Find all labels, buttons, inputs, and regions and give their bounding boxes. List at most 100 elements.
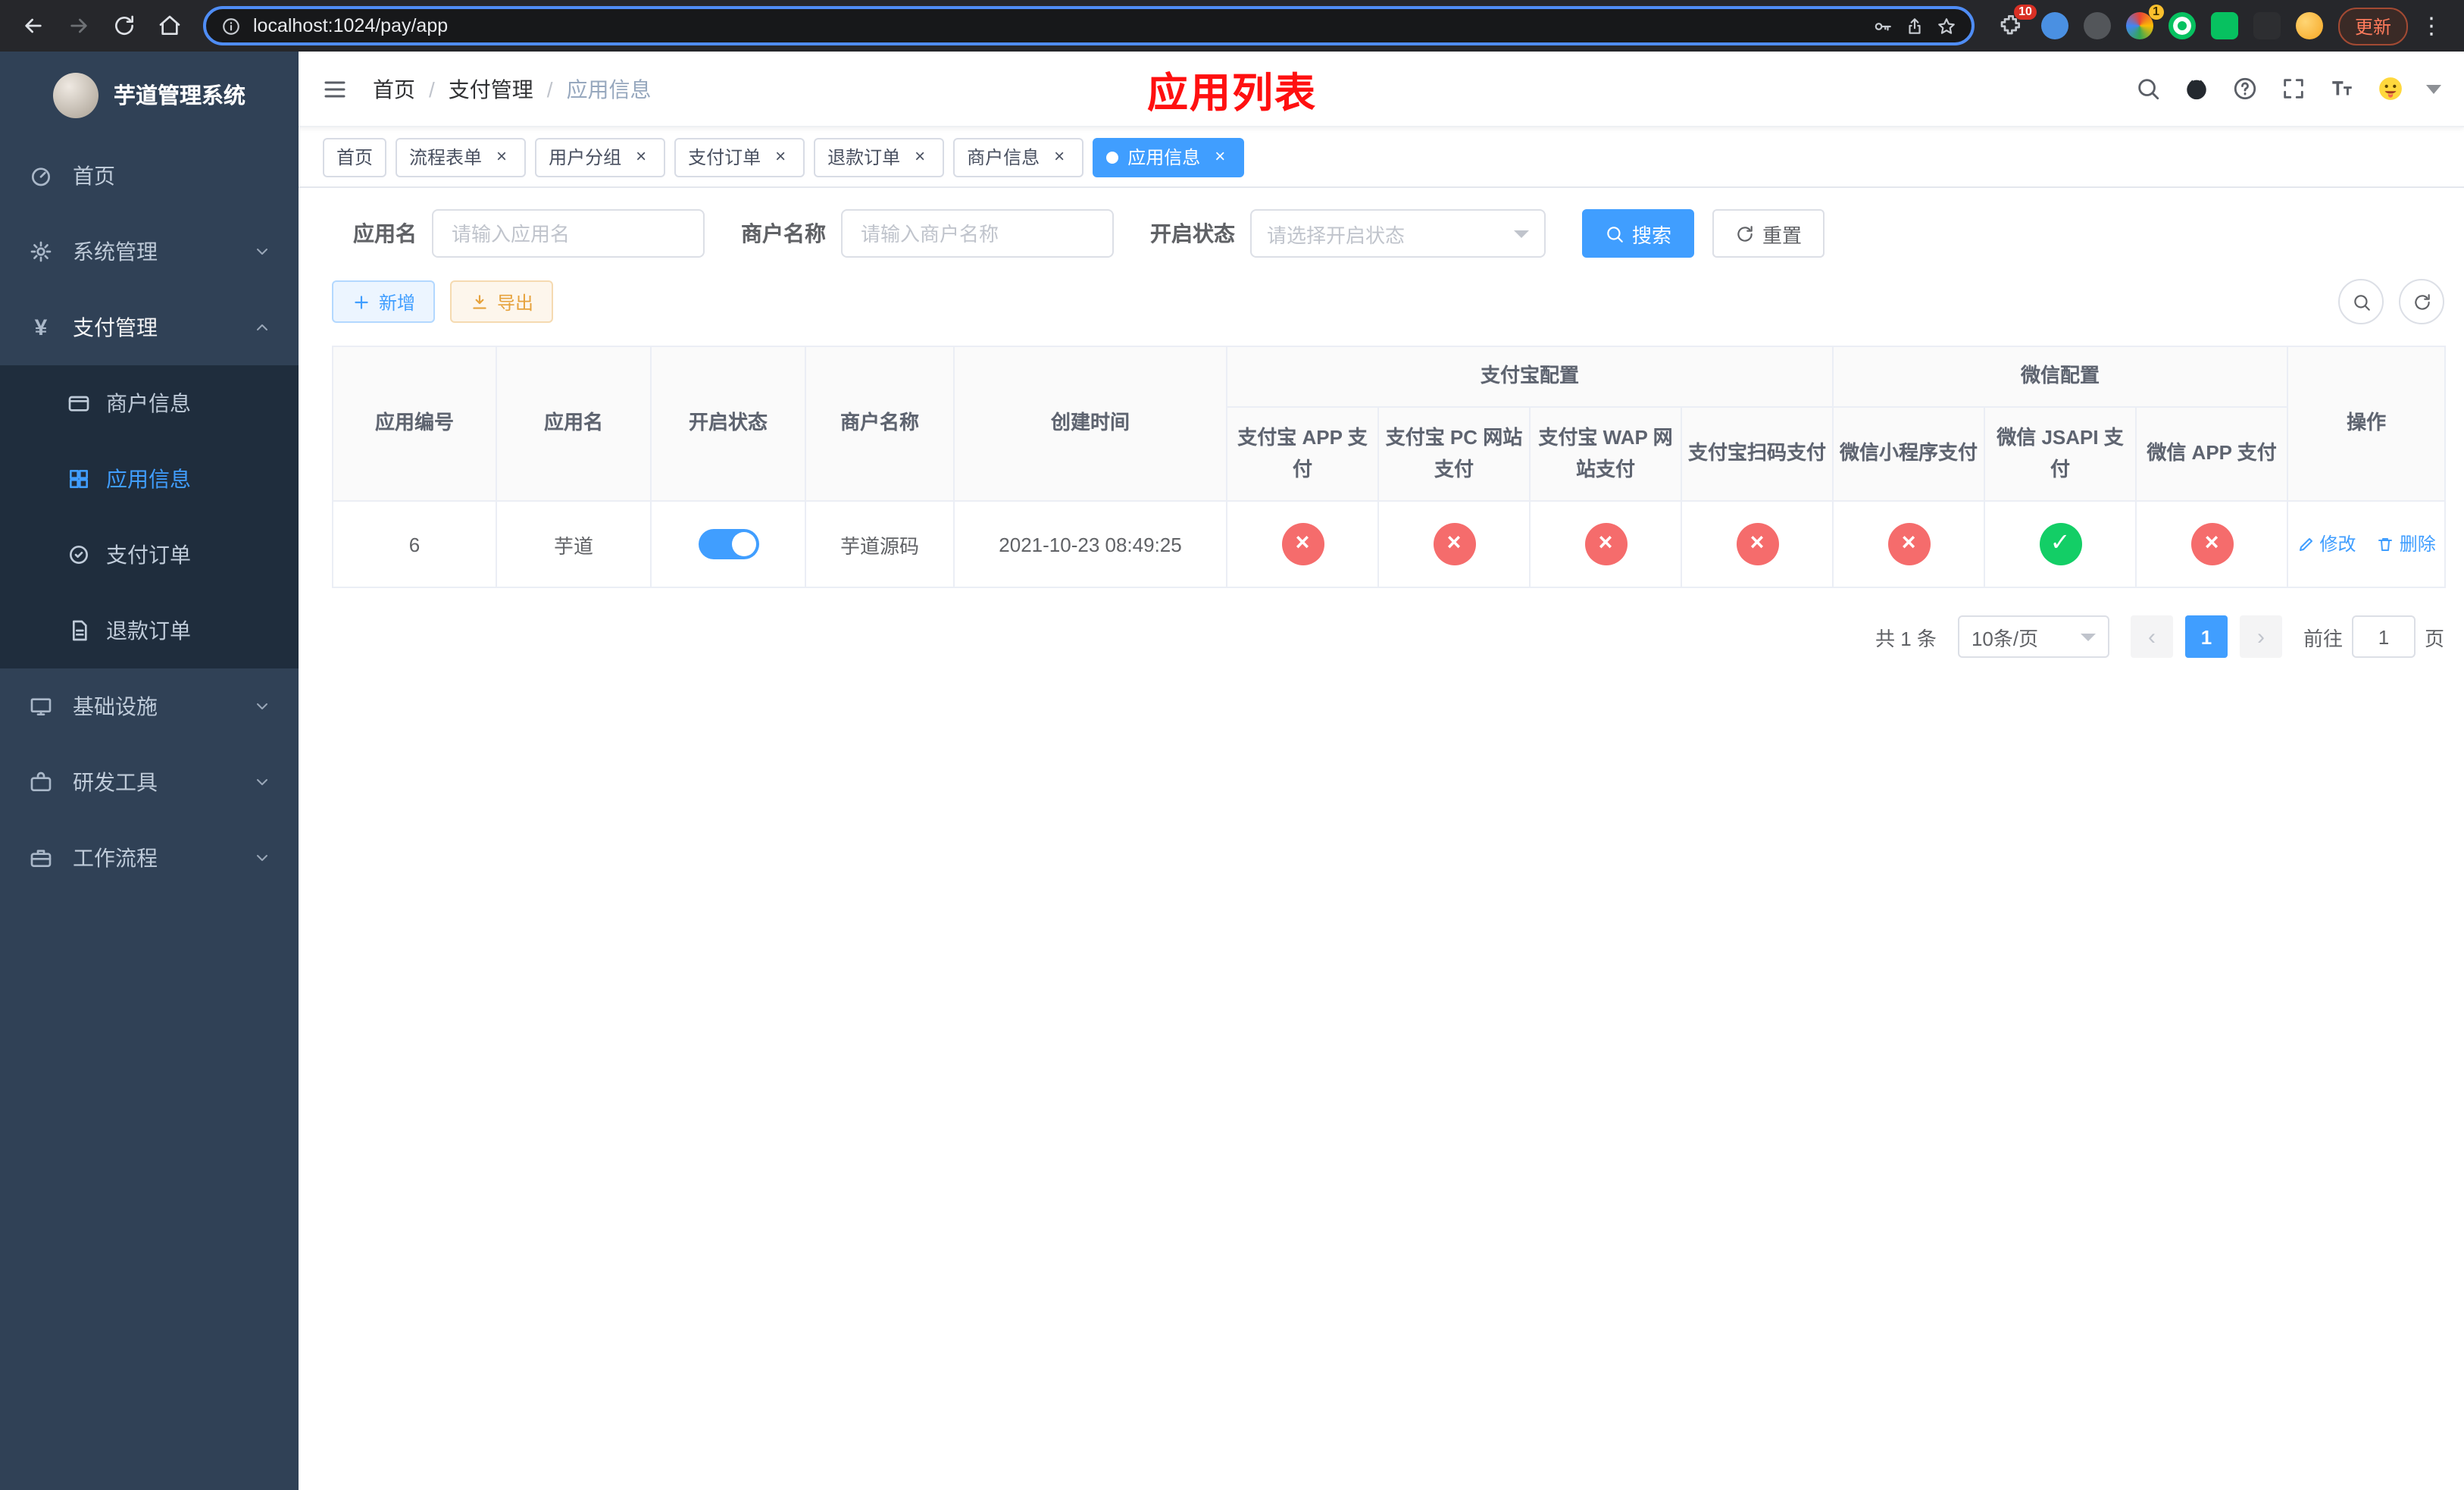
yuan-icon: ¥ — [34, 315, 48, 340]
alipay-app-status-icon: × — [1281, 523, 1324, 565]
ext-green-circle-icon[interactable] — [2168, 12, 2196, 39]
breadcrumb-home[interactable]: 首页 — [373, 74, 415, 104]
breadcrumb-payment[interactable]: 支付管理 — [449, 74, 533, 104]
page-size-select[interactable]: 10条/页 — [1957, 615, 2109, 658]
sidebar-item-pay-orders[interactable]: 支付订单 — [0, 517, 299, 593]
extensions-cluster: 10 1 — [1999, 5, 2323, 39]
tab-home[interactable]: 首页 — [323, 137, 387, 177]
url-text[interactable]: localhost:1024/pay/app — [253, 15, 1861, 36]
close-icon[interactable]: × — [909, 146, 930, 167]
col-wx-jsapi: 微信 JSAPI 支付 — [1984, 406, 2137, 502]
close-icon[interactable]: × — [491, 146, 512, 167]
delete-link[interactable]: 删除 — [2377, 531, 2436, 557]
ext-monkey-icon[interactable] — [2295, 12, 2323, 39]
ext-green-square-icon[interactable] — [2210, 12, 2238, 39]
tab-merchant-info[interactable]: 商户信息 × — [953, 137, 1084, 177]
grid-icon — [67, 467, 91, 491]
sidebar-item-payment[interactable]: ¥ 支付管理 — [0, 290, 299, 365]
chevron-down-icon — [253, 849, 271, 867]
col-wx-mini: 微信小程序支付 — [1832, 406, 1986, 502]
font-size-icon[interactable] — [2329, 76, 2355, 102]
sidebar-item-home[interactable]: 首页 — [0, 138, 299, 214]
app-shell: 芋道管理系统 首页 系统管理 ¥ 支付管理 商户信息 应用信息 支付订单 退款订… — [0, 52, 2464, 1490]
password-key-icon[interactable] — [1873, 16, 1893, 36]
site-info-icon[interactable] — [221, 16, 241, 36]
cell-status — [650, 500, 806, 588]
tab-user-group[interactable]: 用户分组 × — [535, 137, 666, 177]
extensions-puzzle-icon[interactable]: 10 — [1999, 5, 2037, 39]
browser-refresh-button[interactable] — [103, 5, 145, 47]
alipay-pc-status-icon: × — [1433, 523, 1475, 565]
sidebar-item-infrastructure[interactable]: 基础设施 — [0, 668, 299, 744]
fullscreen-icon[interactable] — [2281, 76, 2306, 102]
tab-app-info[interactable]: 应用信息 × — [1093, 137, 1245, 177]
col-alipay-qr: 支付宝扫码支付 — [1680, 406, 1834, 502]
reset-button[interactable]: 重置 — [1712, 209, 1825, 258]
next-page-button[interactable]: › — [2239, 615, 2282, 658]
extension-badge: 1 — [2148, 5, 2164, 20]
tab-pay-orders[interactable]: 支付订单 × — [674, 137, 805, 177]
chrome-menu-icon[interactable]: ⋮ — [2411, 12, 2452, 39]
chevron-down-icon — [253, 697, 271, 715]
search-icon[interactable] — [2135, 76, 2161, 102]
app-name-input[interactable] — [432, 209, 705, 258]
col-group-alipay: 支付宝配置 — [1225, 346, 1834, 408]
pagination: 共 1 条 10条/页 ‹ 1 › 前往 1 页 — [332, 615, 2444, 658]
close-icon[interactable]: × — [1049, 146, 1070, 167]
top-navbar: 首页 / 支付管理 / 应用信息 应用列表 — [299, 52, 2464, 127]
merchant-name-input[interactable] — [841, 209, 1114, 258]
close-icon[interactable]: × — [770, 146, 791, 167]
col-alipay-pc: 支付宝 PC 网站支付 — [1377, 406, 1531, 502]
tab-process-form[interactable]: 流程表单 × — [396, 137, 527, 177]
help-icon[interactable] — [2232, 76, 2258, 102]
sidebar-item-refund-orders[interactable]: 退款订单 — [0, 593, 299, 668]
active-dot — [1106, 151, 1119, 163]
bookmark-star-icon[interactable] — [1937, 16, 1956, 36]
hamburger-icon[interactable] — [321, 75, 349, 102]
table-row: 6 芋道 芋道源码 2021-10-23 08:49:25 × × × × × — [332, 500, 2447, 588]
edit-link[interactable]: 修改 — [2297, 531, 2356, 557]
page-1-button[interactable]: 1 — [2184, 615, 2228, 658]
col-wx-app: 微信 APP 支付 — [2135, 406, 2289, 502]
export-button[interactable]: 导出 — [450, 280, 554, 323]
browser-toolbar: localhost:1024/pay/app 10 1 更新 ⋮ — [0, 0, 2464, 52]
show-search-button[interactable] — [2338, 279, 2384, 324]
address-bar[interactable]: localhost:1024/pay/app — [203, 6, 1975, 45]
sidebar-item-app-info[interactable]: 应用信息 — [0, 441, 299, 517]
refresh-table-button[interactable] — [2399, 279, 2444, 324]
tab-refund-orders[interactable]: 退款订单 × — [814, 137, 945, 177]
avatar[interactable] — [2378, 76, 2403, 102]
sidebar-item-dev-tools[interactable]: 研发工具 — [0, 744, 299, 820]
browser-back-button[interactable] — [12, 5, 55, 47]
search-button[interactable]: 搜索 — [1582, 209, 1695, 258]
sidebar-item-system[interactable]: 系统管理 — [0, 214, 299, 290]
page-content: 应用名 商户名称 开启状态 请选择开启状态 搜索 — [299, 188, 2464, 1490]
add-button[interactable]: 新增 — [332, 280, 436, 323]
sidebar-logo: 芋道管理系统 — [0, 52, 299, 138]
ext-color-wheel-icon[interactable]: 1 — [2125, 5, 2164, 39]
toolbox-icon — [27, 770, 55, 794]
goto-page-input[interactable] — [2351, 615, 2416, 658]
chrome-update-button[interactable]: 更新 — [2337, 7, 2408, 45]
extension-badge: 10 — [2014, 5, 2037, 20]
status-toggle[interactable] — [698, 529, 758, 559]
status-select[interactable]: 请选择开启状态 — [1250, 209, 1546, 258]
close-icon[interactable]: × — [630, 146, 652, 167]
ext-dark-sphere-icon[interactable] — [2083, 12, 2111, 39]
cell-app-id: 6 — [332, 500, 497, 588]
sidebar-item-workflow[interactable]: 工作流程 — [0, 820, 299, 896]
apps-table: 应用编号 应用名 开启状态 商户名称 创建时间 支付宝配置 微信配置 操作 支付… — [332, 346, 2447, 588]
browser-home-button[interactable] — [149, 5, 191, 47]
chevron-down-icon — [253, 243, 271, 261]
ext-pin-icon[interactable] — [2253, 12, 2281, 39]
share-icon[interactable] — [1905, 16, 1925, 36]
avatar-caret-icon[interactable] — [2426, 84, 2441, 93]
prev-page-button[interactable]: ‹ — [2130, 615, 2173, 658]
close-icon[interactable]: × — [1209, 146, 1230, 167]
sidebar-item-merchant-info[interactable]: 商户信息 — [0, 365, 299, 441]
cell-merchant: 芋道源码 — [805, 500, 955, 588]
browser-forward-button[interactable] — [58, 5, 100, 47]
cell-app-name: 芋道 — [496, 500, 652, 588]
ext-blue-icon[interactable] — [2040, 12, 2068, 39]
github-icon[interactable] — [2184, 76, 2209, 102]
